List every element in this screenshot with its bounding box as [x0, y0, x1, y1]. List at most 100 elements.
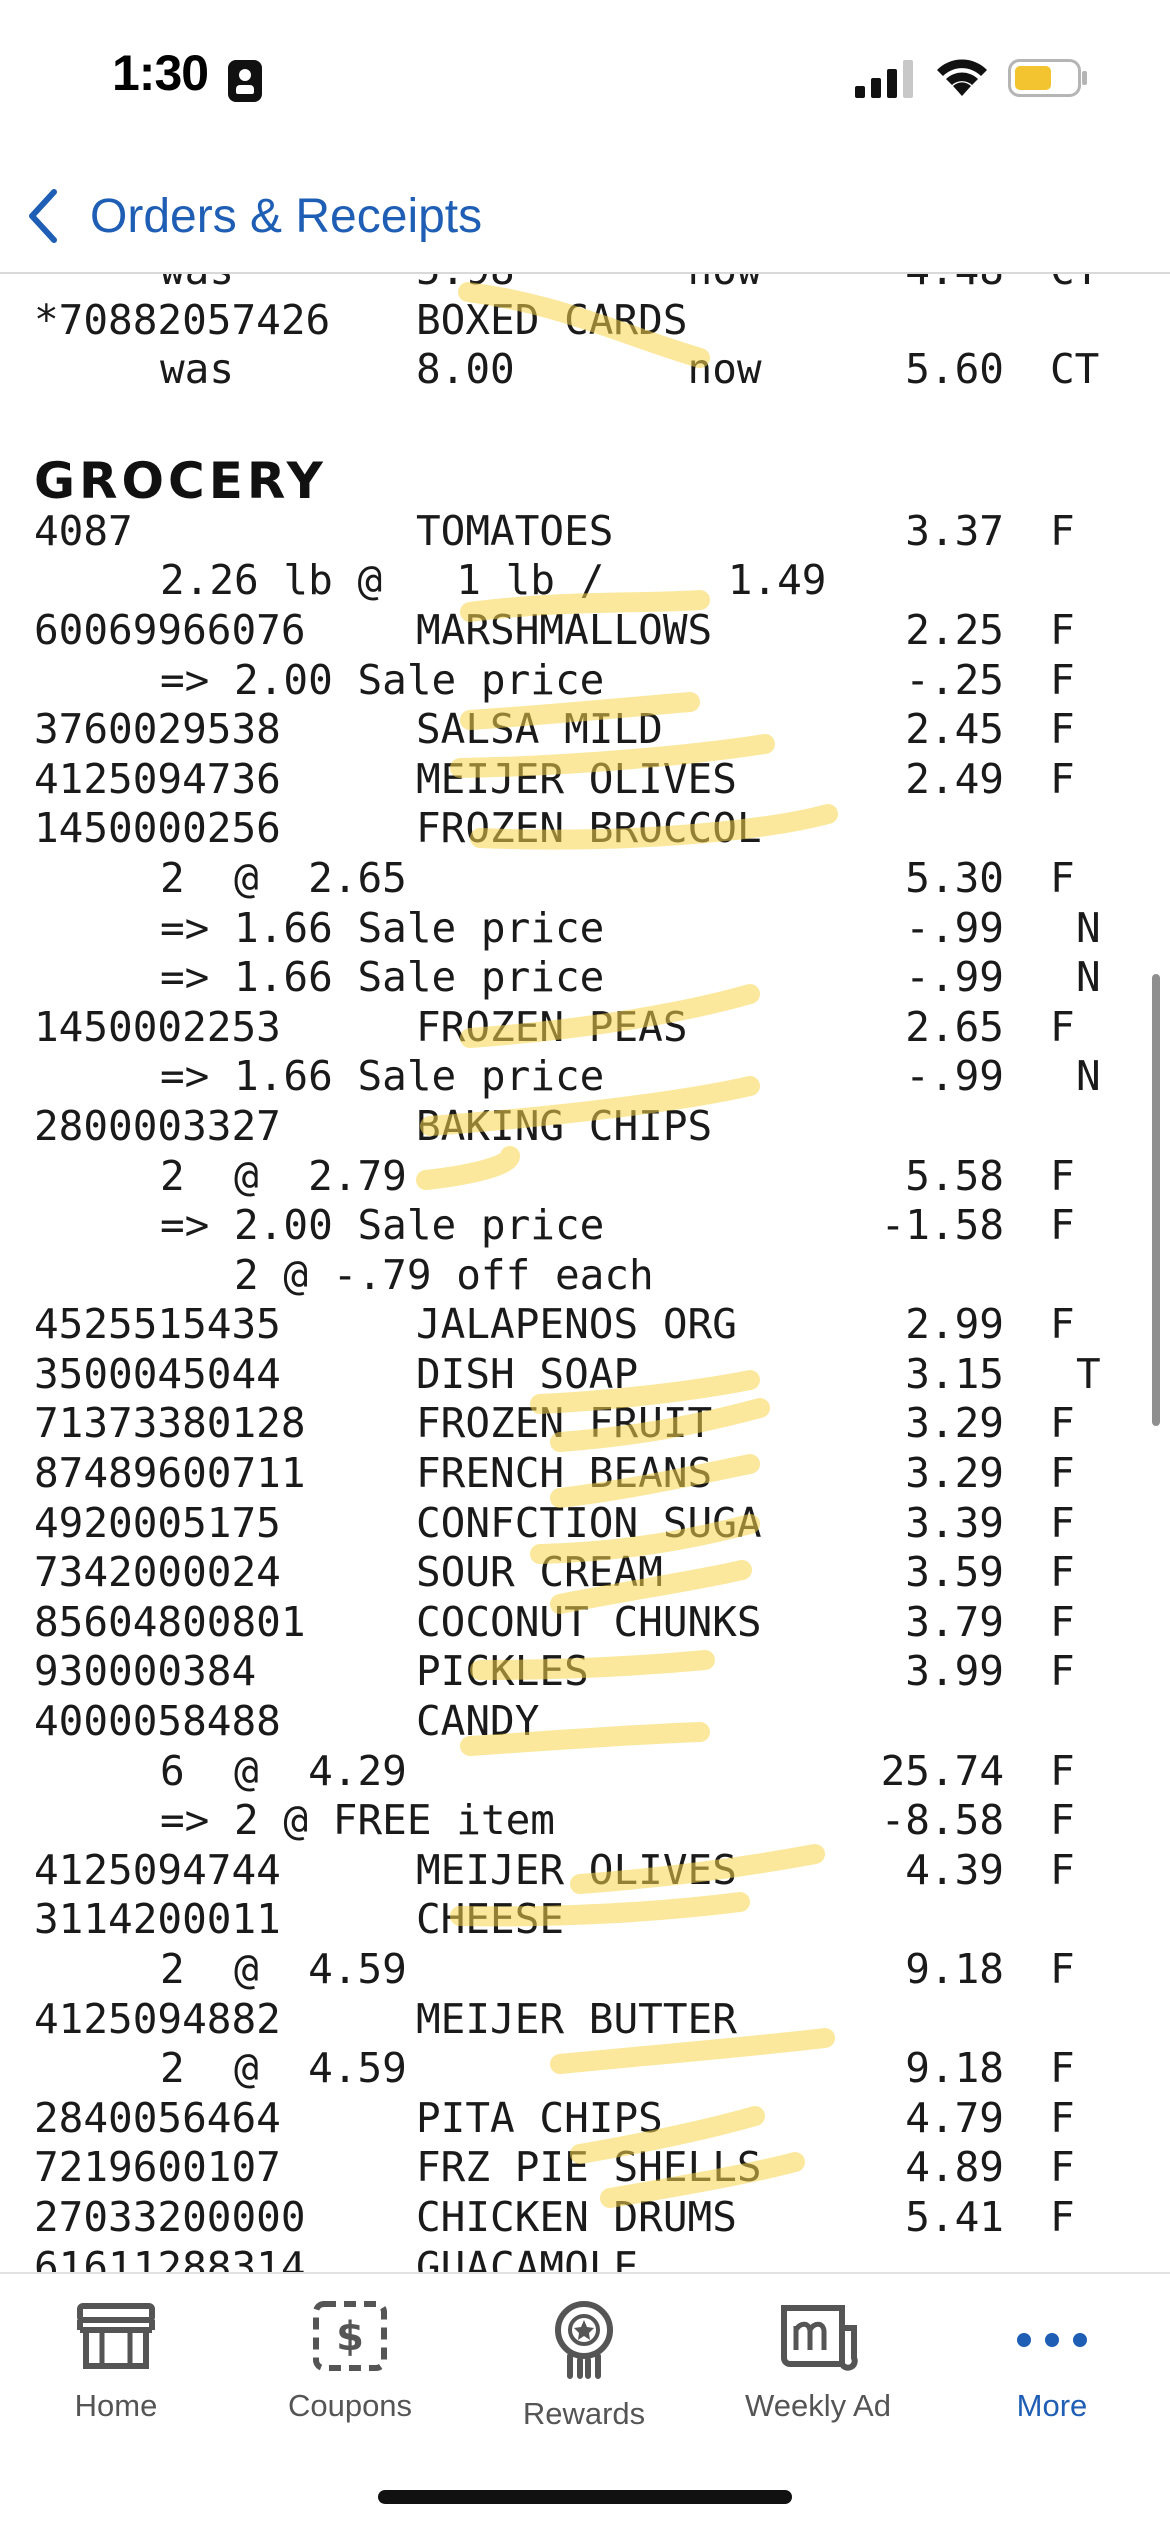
weekly-ad-icon: [781, 2305, 858, 2371]
receipt-line: 71373380128 FROZEN FRUIT 3.29 F: [0, 1399, 1170, 1449]
receipt-line: 4087 TOMATOES 3.37 F: [0, 507, 1170, 557]
item-code: 7219600107: [34, 2143, 281, 2192]
receipt-line: 2 @ -.79 off each: [0, 1251, 1170, 1301]
item-description: SOUR CREAM: [416, 1548, 663, 1597]
item-code: 4000058488: [34, 1697, 281, 1746]
store-icon: [77, 2303, 155, 2369]
item-code: 87489600711: [34, 1449, 306, 1498]
item-amount: 5.60: [905, 345, 1004, 394]
item-code: 60069966076: [34, 605, 306, 654]
receipt-line: 2.26 lb @ 1 lb / 1.49: [0, 556, 1170, 606]
receipt-line: was 5.98 now 4.48 CT: [0, 274, 1170, 296]
item-amount: 3.37: [905, 506, 1004, 555]
item-amount: 2.49: [905, 754, 1004, 803]
receipt-line: 4125094736 MEIJER OLIVES 2.49 F: [0, 755, 1170, 805]
item-code: 4125094744: [34, 1845, 281, 1894]
tax-flag: F: [1050, 1945, 1075, 1993]
line-detail: 2.26 lb @ 1 lb / 1.49: [160, 556, 827, 605]
rewards-badge-icon: [555, 2301, 613, 2379]
receipt-line: 2 @ 2.79 5.58 F: [0, 1152, 1170, 1202]
receipt-line: => 2 @ FREE item -8.58 F: [0, 1796, 1170, 1846]
tax-flag: N: [1076, 903, 1101, 952]
tab-label-rewards: Rewards: [522, 2396, 646, 2431]
item-description: GUACAMOLE: [416, 2242, 639, 2272]
item-description: MEIJER BUTTER: [416, 1994, 737, 2043]
item-description: PITA CHIPS: [416, 2093, 663, 2142]
line-detail: 2 @ -.79 off each: [160, 1250, 654, 1299]
svg-text:$: $: [336, 2314, 364, 2360]
item-description: FROZEN PEAS: [416, 1002, 688, 1051]
item-amount: 9.18: [905, 2044, 1004, 2093]
line-detail: 2 @ 2.65: [160, 853, 407, 902]
tax-flag: N: [1076, 1052, 1101, 1101]
line-detail: 2 @ 4.59: [160, 1945, 407, 1993]
scrollbar-thumb[interactable]: [1152, 974, 1160, 1426]
tax-flag: F: [1050, 1746, 1075, 1795]
item-amount: 25.74: [880, 1746, 1004, 1795]
tab-coupons[interactable]: $ Coupons: [250, 2300, 450, 2450]
item-code: 61611288314: [34, 2242, 306, 2272]
receipt-line: 3760029538 SALSA MILD 2.45 F: [0, 705, 1170, 755]
tax-flag: F: [1050, 1151, 1075, 1200]
line-detail: 2 @ 4.59: [160, 2044, 407, 2093]
receipt-line: => 2.00 Sale price -.25 F: [0, 656, 1170, 706]
tab-more[interactable]: More: [952, 2300, 1152, 2450]
receipt-scroll-area[interactable]: was 5.98 now 4.48 CT *70882057426 BOXED CARDS…: [0, 274, 1170, 2272]
item-amount: 4.48: [905, 274, 1004, 296]
receipt-line: 60069966076 MARSHMALLOWS 2.25 F: [0, 606, 1170, 656]
receipt-line: => 1.66 Sale price -.99 N: [0, 1052, 1170, 1102]
item-amount: 3.15: [905, 1349, 1004, 1398]
item-description: FRZ PIE SHELLS: [416, 2143, 762, 2192]
item-code: *70882057426: [34, 295, 331, 344]
line-detail: was: [160, 345, 235, 394]
tax-flag: F: [1050, 754, 1075, 803]
receipt-line: 61611288314 GUACAMOLE: [0, 2243, 1170, 2272]
receipt-line: 7219600107 FRZ PIE SHELLS 4.89 F: [0, 2143, 1170, 2193]
tax-flag: F: [1050, 1796, 1075, 1845]
item-description: CANDY: [416, 1697, 540, 1746]
tax-flag: F: [1050, 2143, 1075, 2192]
item-code: 1450002253: [34, 1002, 281, 1051]
item-amount: 9.18: [905, 1945, 1004, 1993]
item-code: 930000384: [34, 1647, 257, 1696]
item-amount: 2.25: [905, 605, 1004, 654]
tax-flag: F: [1050, 2044, 1075, 2093]
item-code: 7342000024: [34, 1548, 281, 1597]
status-bar: 1:30: [0, 0, 1170, 160]
tax-flag: F: [1050, 1845, 1075, 1894]
item-code: 3500045044: [34, 1349, 281, 1398]
tab-weekly-ad[interactable]: Weekly Ad: [718, 2300, 918, 2450]
receipt-line: 4125094744 MEIJER OLIVES 4.39 F: [0, 1846, 1170, 1896]
item-amount: 4.39: [905, 1845, 1004, 1894]
tax-flag: F: [1050, 605, 1075, 654]
receipt-line: 27033200000 CHICKEN DRUMS 5.41 F: [0, 2193, 1170, 2243]
tax-flag: F: [1050, 2093, 1075, 2142]
item-description: SALSA MILD: [416, 705, 663, 754]
receipt-line: 2840056464 PITA CHIPS 4.79 F: [0, 2094, 1170, 2144]
receipt-line: => 2.00 Sale price -1.58 F: [0, 1201, 1170, 1251]
tax-flag: F: [1050, 1597, 1075, 1646]
tab-label-coupons: Coupons: [287, 2388, 413, 2423]
item-code: 4920005175: [34, 1498, 281, 1547]
tax-flag: F: [1050, 1300, 1075, 1349]
item-code: 2840056464: [34, 2093, 281, 2142]
receipt-line: 2 @ 4.59 9.18 F: [0, 1945, 1170, 1995]
tab-home[interactable]: Home: [16, 2300, 216, 2450]
back-button[interactable]: Orders & Receipts: [22, 174, 482, 258]
status-time: 1:30: [112, 45, 209, 101]
receipt-line: 6 @ 4.29 25.74 F: [0, 1747, 1170, 1797]
receipt-line: 4920005175 CONFCTION SUGA 3.39 F: [0, 1499, 1170, 1549]
item-description: FRENCH BEANS: [416, 1449, 713, 1498]
item-amount: 3.79: [905, 1597, 1004, 1646]
tab-rewards[interactable]: Rewards: [484, 2300, 684, 2450]
tab-label-more: More: [1016, 2388, 1088, 2423]
tax-flag: F: [1050, 1449, 1075, 1498]
contact-badge-icon: [228, 60, 262, 102]
item-amount: 5.30: [905, 853, 1004, 902]
item-description: MEIJER OLIVES: [416, 1845, 737, 1894]
tax-flag: F: [1050, 1399, 1075, 1448]
item-code: 3760029538: [34, 705, 281, 754]
item-code: 4125094736: [34, 754, 281, 803]
item-amount: 5.58: [905, 1151, 1004, 1200]
receipt-line: 2 @ 2.65 5.30 F: [0, 854, 1170, 904]
